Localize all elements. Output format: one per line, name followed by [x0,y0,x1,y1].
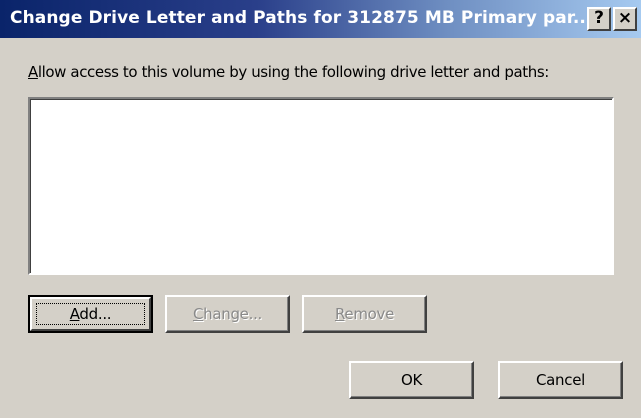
description-access-key: A [28,63,38,81]
change-label-rest: hange... [203,305,263,323]
close-button[interactable]: × [613,7,637,31]
change-access-key: C [192,305,204,323]
cancel-button-label: Cancel [535,371,585,389]
cancel-button[interactable]: Cancel [498,361,623,399]
add-access-key: A [69,305,80,323]
change-drive-letter-dialog: Change Drive Letter and Paths for 312875… [0,0,641,418]
change-button-label: Change... [193,305,262,323]
change-button[interactable]: Change... [165,295,290,333]
title-bar[interactable]: Change Drive Letter and Paths for 312875… [0,0,641,38]
drive-paths-list[interactable] [28,97,614,275]
remove-access-key: R [334,305,345,323]
window-title: Change Drive Letter and Paths for 312875… [10,8,593,28]
description-text: llow access to this volume by using the … [37,63,549,81]
close-icon: × [617,8,633,28]
help-icon: ? [594,8,604,28]
add-button-label: Add... [70,305,112,323]
ok-button[interactable]: OK [349,361,474,399]
remove-label-rest: emove [344,305,395,323]
description-label: Allow access to this volume by using the… [28,63,549,81]
add-button[interactable]: Add... [28,295,153,333]
help-button[interactable]: ? [587,7,611,31]
add-label-rest: dd... [79,305,112,323]
ok-button-label: OK [400,371,423,389]
remove-button-label: Remove [335,305,394,323]
remove-button[interactable]: Remove [302,295,427,333]
